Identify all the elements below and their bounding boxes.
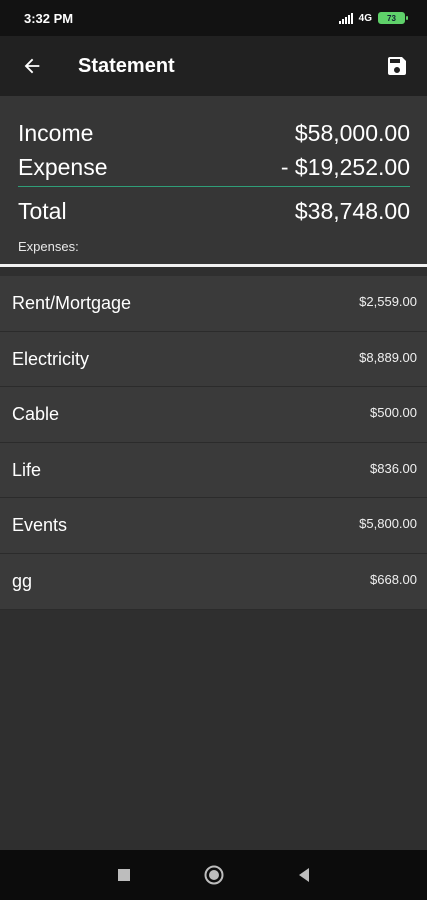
income-label: Income bbox=[18, 119, 94, 146]
square-icon bbox=[117, 869, 130, 881]
summary-divider bbox=[18, 186, 410, 187]
signal-icon bbox=[338, 12, 353, 24]
expense-amount: $500.00 bbox=[370, 405, 417, 421]
app-bar: Statement bbox=[0, 36, 427, 96]
list-item[interactable]: Rent/Mortgage $2,559.00 bbox=[0, 276, 427, 332]
expense-name: gg bbox=[12, 570, 33, 591]
system-back-button[interactable] bbox=[292, 863, 316, 887]
total-value: $38,748.00 bbox=[294, 197, 410, 224]
battery-icon: 73 bbox=[378, 12, 408, 24]
expense-label: Expense bbox=[18, 153, 108, 180]
list-item[interactable]: Events $5,800.00 bbox=[0, 498, 427, 554]
income-row: Income $58,000.00 bbox=[18, 116, 410, 150]
total-row: Total $38,748.00 bbox=[18, 191, 410, 231]
list-item[interactable]: Cable $500.00 bbox=[0, 387, 427, 443]
list-item[interactable]: gg $668.00 bbox=[0, 553, 427, 610]
arrow-left-icon bbox=[24, 58, 40, 74]
expense-amount: $2,559.00 bbox=[359, 294, 417, 309]
expense-amount: $668.00 bbox=[370, 571, 417, 587]
income-value: $58,000.00 bbox=[294, 119, 410, 146]
triangle-back-icon bbox=[298, 868, 309, 882]
page-title: Statement bbox=[78, 54, 175, 77]
expense-amount: $5,800.00 bbox=[359, 516, 417, 532]
expense-list: Rent/Mortgage $2,559.00 Electricity $8,8… bbox=[0, 276, 427, 610]
expense-amount: $8,889.00 bbox=[359, 349, 417, 365]
save-button[interactable] bbox=[367, 36, 427, 96]
expense-name: Events bbox=[12, 515, 68, 536]
expense-amount: $836.00 bbox=[370, 460, 417, 476]
recents-button[interactable] bbox=[112, 863, 136, 887]
expense-name: Cable bbox=[12, 404, 60, 425]
expense-name: Life bbox=[12, 459, 42, 480]
list-divider bbox=[0, 264, 427, 267]
status-time: 3:32 PM bbox=[24, 10, 74, 26]
expenses-section-label: Expenses: bbox=[18, 239, 79, 254]
total-label: Total bbox=[18, 197, 67, 224]
back-button[interactable] bbox=[0, 36, 64, 96]
network-type: 4G bbox=[358, 12, 372, 24]
statement-summary: Income $58,000.00 Expense - $19,252.00 T… bbox=[0, 96, 427, 266]
expense-row: Expense - $19,252.00 bbox=[18, 150, 410, 184]
circle-icon bbox=[204, 865, 223, 885]
system-nav-bar bbox=[0, 850, 427, 900]
expense-value: - $19,252.00 bbox=[280, 153, 410, 180]
home-button[interactable] bbox=[202, 863, 226, 887]
list-item[interactable]: Electricity $8,889.00 bbox=[0, 331, 427, 388]
expense-name: Electricity bbox=[12, 348, 90, 369]
save-floppy-icon bbox=[388, 57, 406, 75]
list-item[interactable]: Life $836.00 bbox=[0, 442, 427, 499]
status-icons: 4G 73 bbox=[338, 12, 408, 24]
statement-screen: 3:32 PM 4G 73 Statement Income $58,000.0… bbox=[0, 0, 427, 900]
expense-name: Rent/Mortgage bbox=[12, 293, 132, 313]
battery-level: 73 bbox=[387, 13, 396, 23]
status-bar: 3:32 PM 4G 73 bbox=[0, 0, 427, 36]
